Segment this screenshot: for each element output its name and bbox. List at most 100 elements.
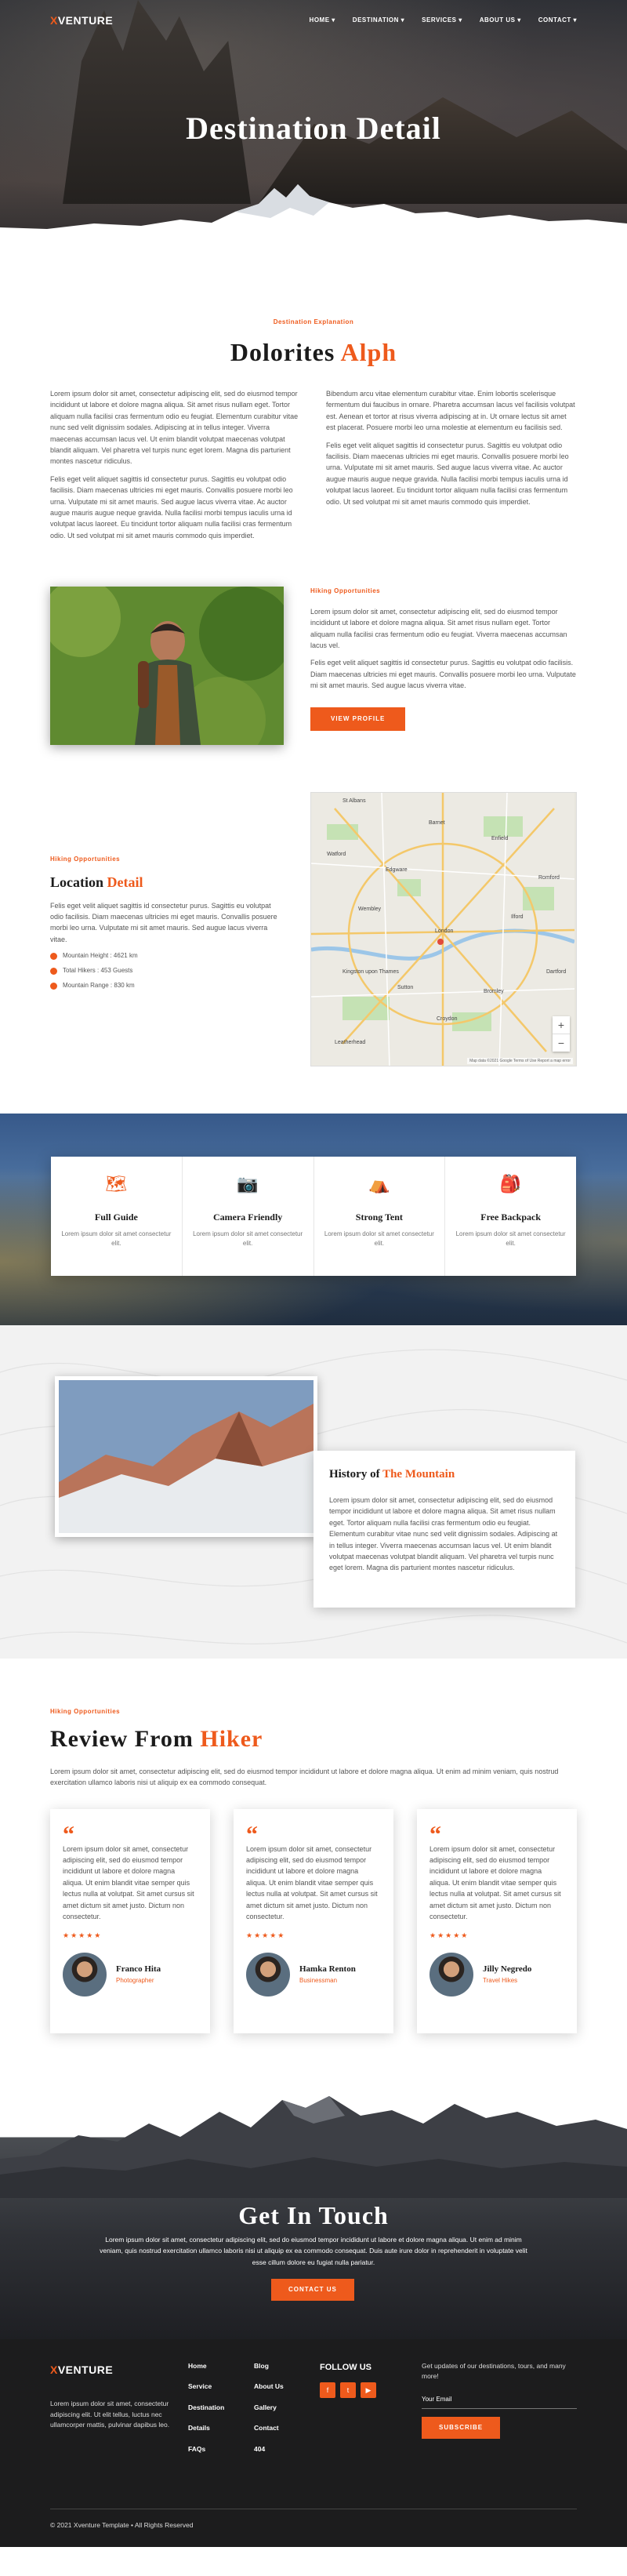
hero-section: XVENTURE HOME ▾ DESTINATION ▾ SERVICES ▾…	[0, 0, 627, 259]
follow-title: FOLLOW US	[320, 2362, 371, 2372]
facebook-icon[interactable]: f	[320, 2382, 335, 2399]
reviewer: Hamka Renton Businessman	[246, 1952, 381, 1996]
footer-link-details[interactable]: Details	[188, 2423, 254, 2434]
explanation-columns: Lorem ipsum dolor sit amet, consectetur …	[50, 388, 577, 547]
footer-logo[interactable]: XVENTURE	[50, 2361, 188, 2378]
location-title: Location Detail	[50, 871, 284, 894]
zoom-in-button[interactable]: +	[553, 1016, 570, 1034]
footer-link-service[interactable]: Service	[188, 2382, 254, 2393]
title-accent: Alph	[340, 337, 397, 366]
contact-mountains	[0, 2095, 627, 2198]
nav-item-destination[interactable]: DESTINATION ▾	[353, 16, 404, 26]
zoom-out-button[interactable]: −	[553, 1034, 570, 1052]
map-place-label: Barnet	[429, 820, 445, 826]
hiker-illustration	[50, 587, 284, 746]
title-accent: Detail	[107, 874, 143, 890]
logo-text: VENTURE	[57, 2363, 114, 2376]
section-eyebrow: Hiking Opportunities	[50, 1708, 121, 1716]
hiking-opportunities: Hiking Opportunities Lorem ipsum dolor s…	[0, 563, 627, 746]
destination-explanation: Destination Explanation Dolorites Alph L…	[0, 259, 627, 563]
nav-item-about-us[interactable]: ABOUT US ▾	[480, 16, 521, 26]
nav-item-contact[interactable]: CONTACT ▾	[538, 16, 577, 26]
reviews-title: Review From Hiker	[50, 1720, 577, 1758]
contact-title: Get In Touch	[238, 2200, 389, 2229]
footer-columns: XVENTURE Lorem ipsum dolor sit amet, con…	[50, 2361, 577, 2465]
section-eyebrow: Destination Explanation	[273, 318, 354, 325]
location-map[interactable]: St Albans Watford Edgware Barnet Enfield Wemb…	[310, 792, 577, 1067]
review-text: Lorem ipsum dolor sit amet, consectetur …	[429, 1844, 561, 1920]
footer-newsletter: Get updates of our destinations, tours, …	[422, 2361, 577, 2465]
review-text: Lorem ipsum dolor sit amet, consectetur …	[63, 1844, 194, 1920]
reviewer-role: Businessman	[299, 1977, 338, 1985]
footer-link-gallery[interactable]: Gallery	[254, 2403, 320, 2414]
stat-text: Mountain Height : 4621 km	[63, 952, 138, 960]
map-place-label: Sutton	[397, 985, 413, 990]
bullet-icon	[50, 967, 57, 975]
reviewer: Franco Hita Photographer	[63, 1952, 198, 1996]
paragraph: Lorem ipsum dolor sit amet, consectetur …	[329, 1496, 558, 1572]
quote-icon: “	[246, 1821, 258, 1848]
reviews-section: Hiking Opportunities Review From Hiker L…	[0, 1659, 627, 2033]
footer-link-blog[interactable]: Blog	[254, 2361, 320, 2372]
feature-card: ⛺ Strong Tent Lorem ipsum dolor sit amet c…	[314, 1157, 446, 1277]
email-input[interactable]: Your Email	[422, 2389, 577, 2409]
history-title: History of The Mountain	[329, 1465, 560, 1484]
bullet-icon	[50, 982, 57, 990]
title-accent: Hiker	[200, 1725, 263, 1752]
tent-icon: ⛺	[368, 1174, 390, 1194]
stat-mountain-range: Mountain Range : 830 km	[50, 981, 284, 991]
contact-text: Lorem ipsum dolor sit amet, consectetur …	[100, 2235, 527, 2266]
map-place-label: Romford	[538, 875, 560, 881]
paragraph: Felis eget velit aliquet sagittis id con…	[310, 659, 576, 690]
map-place-label: Bromley	[484, 989, 504, 994]
view-profile-button[interactable]: View Profile	[310, 707, 406, 732]
history-card: History of The Mountain Lorem ipsum dolo…	[314, 1451, 575, 1608]
paragraph: Bibendum arcu vitae elementum curabitur …	[326, 389, 575, 432]
feature-title: Strong Tent	[355, 1212, 403, 1223]
youtube-icon[interactable]: ▶	[361, 2382, 376, 2399]
title-dark: Dolorites	[230, 337, 335, 366]
site-logo[interactable]: XVENTURE	[50, 12, 113, 29]
footer-follow: FOLLOW US f t ▶	[320, 2361, 422, 2465]
contact-us-button[interactable]: Contact Us	[271, 2278, 354, 2302]
review-card: “Lorem ipsum dolor sit amet, consectetur…	[234, 1808, 393, 2033]
section-eyebrow: Hiking Opportunities	[50, 856, 121, 863]
map-place-label: Leatherhead	[335, 1040, 365, 1045]
footer-link-about-us[interactable]: About Us	[254, 2382, 320, 2393]
stat-text: Mountain Range : 830 km	[63, 981, 135, 989]
history-section: History of The Mountain Lorem ipsum dolo…	[0, 1325, 627, 1659]
feature-card: 📷 Camera Friendly Lorem ipsum dolor sit am…	[183, 1157, 314, 1277]
nav-item-services[interactable]: SERVICES ▾	[422, 16, 462, 26]
footer-link-contact[interactable]: Contact	[254, 2423, 320, 2434]
quote-icon: “	[63, 1821, 74, 1848]
paragraph: Felis eget velit aliquet sagittis id con…	[326, 441, 569, 506]
footer-link-404[interactable]: 404	[254, 2444, 320, 2455]
rating-stars-icon: ★★★★★	[246, 1931, 286, 1940]
feature-text: Lorem ipsum dolor sit amet consectetur e…	[455, 1230, 566, 1248]
title-accent: The Mountain	[382, 1468, 455, 1481]
map-place-label: Watford	[327, 852, 346, 857]
footer-link-home[interactable]: Home	[188, 2361, 254, 2372]
map-place-label: Dartford	[546, 969, 566, 975]
title-dark: Location	[50, 874, 104, 890]
footer-link-faqs[interactable]: FAQs	[188, 2444, 254, 2455]
paragraph: Lorem ipsum dolor sit amet, consectetur …	[50, 389, 299, 466]
feature-title: Full Guide	[94, 1212, 138, 1223]
footer-about: XVENTURE Lorem ipsum dolor sit amet, con…	[50, 2361, 188, 2465]
feature-text: Lorem ipsum dolor sit amet consectetur e…	[324, 1230, 434, 1248]
nav-item-home[interactable]: HOME ▾	[310, 16, 335, 26]
map-place-label: Edgware	[386, 867, 408, 873]
title-dark: History of	[329, 1468, 380, 1481]
reviewer-name: Jilly Negredo	[483, 1964, 532, 1974]
twitter-icon[interactable]: t	[340, 2382, 356, 2399]
reviewer: Jilly Negredo Travel Hikes	[429, 1952, 564, 1996]
stat-mountain-height: Mountain Height : 4621 km	[50, 951, 284, 961]
stat-text: Total Hikers : 453 Guests	[63, 967, 133, 975]
logo-text: VENTURE	[57, 13, 114, 27]
footer-link-destination[interactable]: Destination	[188, 2403, 254, 2414]
camera-icon: 📷	[237, 1174, 259, 1194]
subscribe-button[interactable]: Subscribe	[422, 2416, 501, 2440]
map-zoom-controls: + −	[553, 1016, 570, 1052]
map-credit[interactable]: Map data ©2021 Google Terms of Use Repor…	[467, 1058, 573, 1065]
nav-menu: HOME ▾ DESTINATION ▾ SERVICES ▾ ABOUT US…	[310, 16, 577, 26]
